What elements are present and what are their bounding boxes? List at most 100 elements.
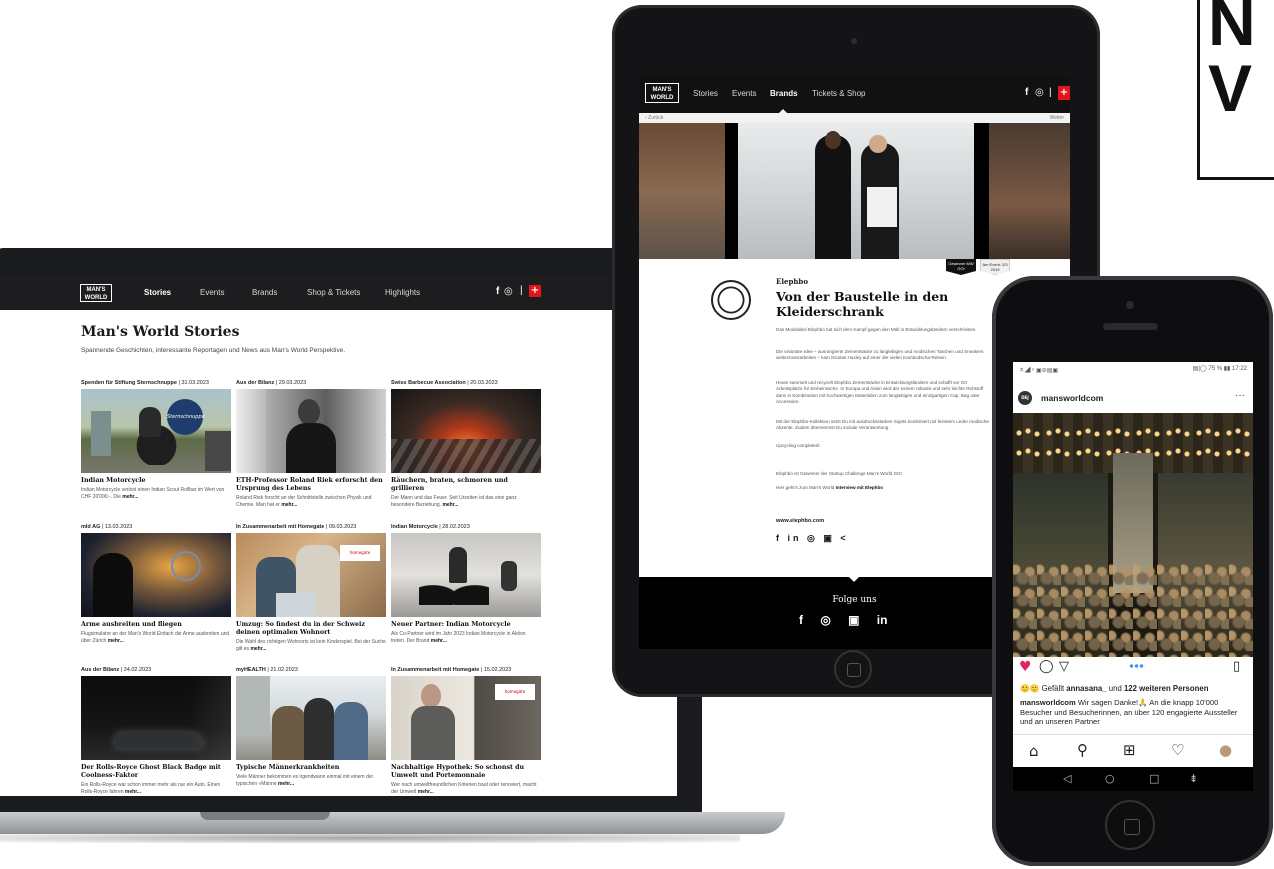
card-meta: mld AG | 13.03.2023 xyxy=(81,524,133,530)
like-icon[interactable]: ♥ xyxy=(1019,659,1032,675)
nav-events[interactable]: Events xyxy=(732,89,756,98)
phone-camera xyxy=(1126,301,1134,309)
article-paragraph: Das Modelabel Elephbo hat sich dem Kampf… xyxy=(776,327,977,332)
back-nav-icon[interactable]: ◁ xyxy=(1063,772,1071,785)
nav-brands[interactable]: Brands xyxy=(252,288,277,297)
card-image[interactable] xyxy=(236,389,386,473)
caption-username[interactable]: mansworldcom xyxy=(1020,698,1076,707)
post-username[interactable]: mansworldcom xyxy=(1041,393,1103,403)
instagram-icon[interactable]: ◎ xyxy=(504,286,513,297)
article-paragraph: Mit der Elephbo-Kollektion setzt Du mit … xyxy=(776,419,989,431)
nav-stories[interactable]: Stories xyxy=(144,288,171,297)
nav-stories[interactable]: Stories xyxy=(693,89,718,98)
phone-home-button[interactable] xyxy=(1105,800,1155,850)
card-text: Der Mann und das Feuer. Seit Urzeiten is… xyxy=(391,495,517,508)
nav-events[interactable]: Events xyxy=(200,288,224,297)
back-link[interactable]: ‹ Zurück xyxy=(645,115,663,121)
card-image[interactable] xyxy=(81,533,231,617)
website-link[interactable]: www.elephbo.com xyxy=(776,518,824,524)
swiss-flag-icon[interactable]: + xyxy=(1058,86,1070,100)
facebook-icon[interactable]: f xyxy=(1025,87,1028,98)
more-link[interactable]: mehr... xyxy=(250,646,266,652)
new-post-tab-icon[interactable]: ⊞ xyxy=(1123,741,1136,759)
winner-badge: Gewinner MW GO! xyxy=(946,259,976,275)
card-title[interactable]: Typische Männerkrankheiten xyxy=(236,764,386,772)
tablet-home-button[interactable] xyxy=(834,650,872,688)
logo-letter: V xyxy=(1208,51,1253,125)
more-link[interactable]: mehr... xyxy=(108,638,124,644)
article-paragraph: Heute sammelt und recycelt Elephbo Zemen… xyxy=(776,380,984,404)
card-title[interactable]: ETH-Professor Roland Riek erforscht den … xyxy=(236,477,386,493)
profile-tab-icon[interactable]: ● xyxy=(1219,741,1232,759)
nav-highlights[interactable]: Highlights xyxy=(385,288,420,297)
story-card[interactable]: Indian Motorcycle | 28.02.2023 Neuer Par… xyxy=(391,524,541,644)
page-subtitle: Spannende Geschichten, interessante Repo… xyxy=(81,347,346,354)
story-card[interactable]: Swiss Barbecue Association | 20.03.2023 … xyxy=(391,380,541,508)
liker-username[interactable]: annasana_ xyxy=(1066,684,1106,693)
home-nav-icon[interactable]: ○ xyxy=(1105,772,1115,785)
card-title[interactable]: Umzug: So findest du in der Schweiz dein… xyxy=(236,621,386,637)
more-options-icon[interactable]: ··· xyxy=(1235,390,1245,401)
post-caption: mansworldcom Wir sagen Danke!🙏 An die kn… xyxy=(1020,698,1238,726)
more-link[interactable]: mehr... xyxy=(442,502,458,508)
more-link[interactable]: mehr... xyxy=(125,789,141,795)
story-card[interactable]: mld AG | 13.03.2023 Arme ausbreiten und … xyxy=(81,524,231,644)
footer-social-icons[interactable]: f ◎ ▣ in xyxy=(799,613,887,627)
card-title[interactable]: Arme ausbreiten und fliegen xyxy=(81,621,231,629)
card-image[interactable] xyxy=(81,676,231,760)
card-image[interactable]: homegate xyxy=(391,676,541,760)
interview-link[interactable]: Interview mit Elephbo xyxy=(836,485,883,490)
search-tab-icon[interactable]: ⚲ xyxy=(1077,741,1088,759)
image-gallery[interactable] xyxy=(639,123,1070,259)
facebook-icon[interactable]: f xyxy=(496,286,499,297)
more-link[interactable]: mehr... xyxy=(418,789,434,795)
tablet-nav-bar: MAN'S WORLD Stories Events Brands Ticket… xyxy=(639,75,1070,113)
card-title[interactable]: Nachhaltige Hypothek: So schonst du Umwe… xyxy=(391,764,541,780)
more-link[interactable]: mehr... xyxy=(281,502,297,508)
notification-nav-icon[interactable]: ⇟ xyxy=(1189,772,1198,785)
card-title[interactable]: Neuer Partner: Indian Motorcycle xyxy=(391,621,541,629)
post-header: DEJ mansworldcom ··· xyxy=(1013,384,1253,412)
home-tab-icon[interactable]: ⌂ xyxy=(1029,742,1039,760)
card-text: Ein Rolls-Royce war schon immer mehr als… xyxy=(81,782,221,795)
card-image[interactable] xyxy=(391,389,541,473)
story-card[interactable]: Spenden für Stiftung Sternschnuppe | 31.… xyxy=(81,380,231,500)
card-title[interactable]: Der Rolls-Royce Ghost Black Badge mit Co… xyxy=(81,764,231,780)
card-meta: In Zusammenarbeit mit Homegate | 15.02.2… xyxy=(391,667,512,673)
swiss-flag-icon[interactable]: + xyxy=(529,285,541,297)
next-link[interactable]: Weiter xyxy=(1050,115,1064,121)
story-card[interactable]: myHEALTH | 21.02.2023 Typische Männerkra… xyxy=(236,667,386,787)
story-card[interactable]: In Zusammenarbeit mit Homegate | 09.03.2… xyxy=(236,524,386,652)
recents-nav-icon[interactable]: □ xyxy=(1149,772,1159,785)
avatar[interactable]: DEJ xyxy=(1018,391,1032,405)
post-photo[interactable] xyxy=(1013,413,1253,657)
story-card[interactable]: Aus der Bilanz | 29.03.2023 ETH-Professo… xyxy=(236,380,386,508)
more-link[interactable]: mehr... xyxy=(431,638,447,644)
more-link[interactable]: mehr... xyxy=(122,494,138,500)
site-logo[interactable]: MAN'S WORLD xyxy=(645,83,679,103)
share-icon[interactable]: ▽ xyxy=(1059,659,1069,674)
card-image[interactable]: homegate xyxy=(236,533,386,617)
card-text: Viele Männer bekommen es irgendwann einm… xyxy=(236,774,374,787)
card-image[interactable]: Sternschnuppe xyxy=(81,389,231,473)
activity-tab-icon[interactable]: ♡ xyxy=(1171,741,1184,759)
card-title[interactable]: Indian Motorcycle xyxy=(81,477,231,485)
story-card[interactable]: In Zusammenarbeit mit Homegate | 15.02.2… xyxy=(391,667,541,795)
nav-tickets-shop[interactable]: Tickets & Shop xyxy=(812,89,866,98)
card-image[interactable] xyxy=(391,533,541,617)
more-link[interactable]: mehr... xyxy=(278,781,294,787)
instagram-icon[interactable]: ◎ xyxy=(1035,87,1044,98)
story-card[interactable]: Aus der Bilanz | 24.02.2023 Der Rolls-Ro… xyxy=(81,667,231,795)
comment-icon[interactable]: ◯ xyxy=(1039,659,1054,674)
site-logo[interactable]: MAN'S WORLD xyxy=(80,284,112,302)
save-icon[interactable]: ▯ xyxy=(1233,659,1240,674)
card-title[interactable]: Räuchern, braten, schmoren und grilliere… xyxy=(391,477,541,493)
footer-caret xyxy=(849,577,859,582)
nav-shop-tickets[interactable]: Shop & Tickets xyxy=(307,288,360,297)
brand-social-icons[interactable]: f in ◎ ▣ < xyxy=(776,533,849,544)
nav-brands[interactable]: Brands xyxy=(770,89,798,98)
card-meta: Spenden für Stiftung Sternschnuppe | 31.… xyxy=(81,380,209,386)
laptop-nav-bar: MAN'S WORLD Stories Events Brands Shop &… xyxy=(0,276,677,310)
likes-count[interactable]: 122 weiteren Personen xyxy=(1124,684,1209,693)
card-image[interactable] xyxy=(236,676,386,760)
